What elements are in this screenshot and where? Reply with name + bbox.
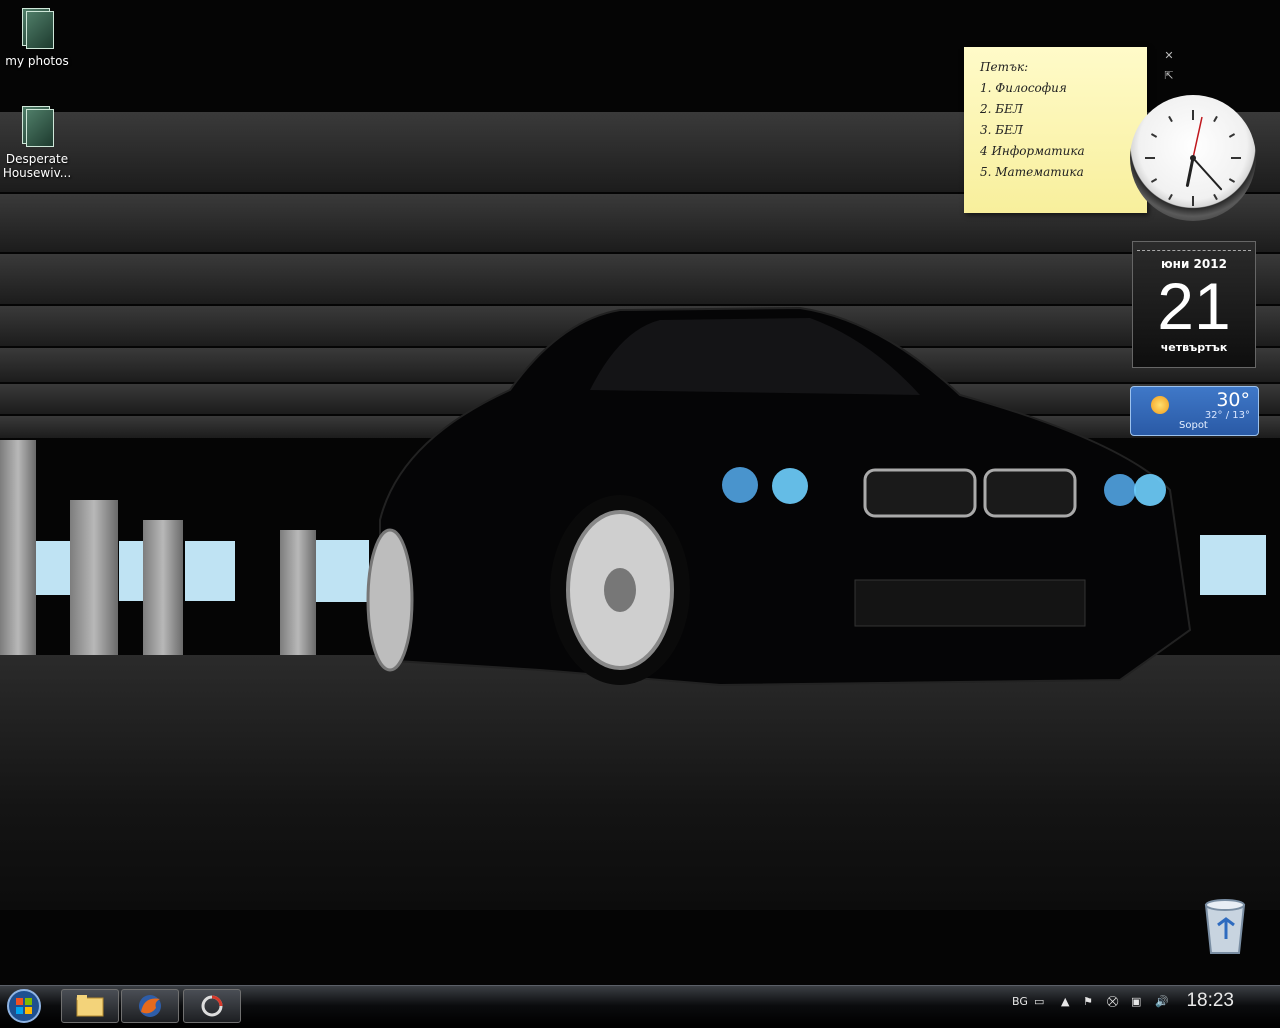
desktop-icon-my-photos[interactable]: my photos — [0, 6, 74, 68]
weather-range: 32° / 13° — [1204, 410, 1250, 421]
calendar-weekday: четвъртък — [1160, 341, 1228, 354]
clock-tick — [1213, 115, 1218, 123]
note-line: Петък: — [980, 60, 1029, 74]
note-line: 5. Математика — [980, 165, 1084, 179]
note-line: 1. Философия — [980, 81, 1067, 95]
clock-tick — [1150, 133, 1158, 138]
language-indicator[interactable]: BG — [1012, 995, 1028, 1008]
security-warning-icon[interactable]: ⛒ — [1107, 995, 1118, 1009]
gadget-close-icon[interactable]: ✕ — [1161, 48, 1177, 64]
clock-tick — [1213, 193, 1218, 201]
desktop-icon-label-line1: Desperate — [5, 152, 69, 166]
app-icon[interactable] — [183, 989, 241, 1023]
action-center-flag-icon[interactable]: ⚑ — [1083, 995, 1093, 1008]
sun-icon — [1151, 396, 1169, 414]
gadget-size-icon[interactable]: ⇱ — [1161, 68, 1177, 84]
clock-second-hand — [1192, 116, 1203, 159]
volume-icon[interactable]: 🔊 — [1155, 995, 1169, 1008]
note-line: 2. БЕЛ — [980, 102, 1023, 116]
photo-folder-icon — [20, 6, 54, 50]
clock-hour-hand — [1185, 156, 1195, 187]
note-line: 4 Информатика — [980, 144, 1085, 158]
clock-tick — [1228, 178, 1236, 183]
clock-gadget[interactable] — [1130, 95, 1256, 221]
car-image — [366, 306, 1192, 687]
clock-tick — [1228, 133, 1236, 138]
firefox-icon[interactable] — [121, 989, 179, 1023]
recycle-bin-icon[interactable] — [1200, 895, 1250, 957]
calendar-day: 21 — [1157, 269, 1231, 343]
weather-gadget[interactable]: 30° 32° / 13° Sopot — [1130, 386, 1259, 436]
show-hidden-icons-icon[interactable]: ▲ — [1061, 995, 1069, 1008]
clock-tick — [1168, 115, 1173, 123]
keyboard-icon[interactable]: ▭ — [1034, 995, 1044, 1008]
calendar-gadget[interactable]: юни 2012 21 четвъртък — [1132, 241, 1256, 368]
windows-start-orb-icon[interactable] — [2, 988, 46, 1024]
clock-face — [1145, 110, 1241, 206]
desktop-icon-desperate-housewives[interactable]: Desperate Housewiv... — [0, 104, 74, 180]
note-line: 3. БЕЛ — [980, 123, 1023, 137]
clock-minute-hand — [1192, 157, 1223, 191]
weather-temperature: 30° — [1216, 389, 1250, 411]
clock-tick — [1150, 178, 1158, 183]
desktop-icon-label: my photos — [5, 54, 69, 68]
explorer-folder-icon[interactable] — [61, 989, 119, 1023]
desktop-icon-label-line2: Housewiv... — [2, 166, 72, 180]
network-icon[interactable]: ▣ — [1131, 995, 1141, 1008]
video-folder-icon — [20, 104, 54, 148]
taskbar-clock[interactable]: 18:23 — [1186, 990, 1234, 1012]
weather-city: Sopot — [1179, 420, 1208, 431]
clock-tick — [1168, 193, 1173, 201]
notes-gadget[interactable]: Петък: 1. Философия 2. БЕЛ 3. БЕЛ 4 Инфо… — [964, 47, 1151, 219]
